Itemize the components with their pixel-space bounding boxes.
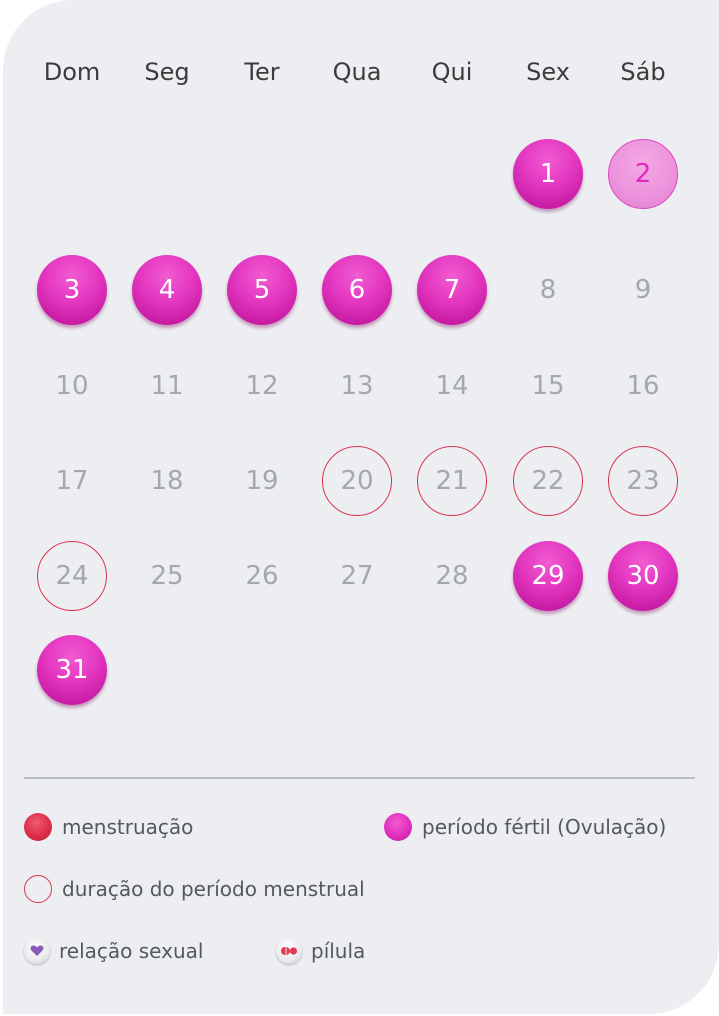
calendar-day-11[interactable]: 11 xyxy=(132,351,202,421)
calendar-day-31[interactable]: 31 xyxy=(37,635,107,705)
menstruation-dot-icon xyxy=(24,813,52,841)
calendar-day-21[interactable]: 21 xyxy=(417,446,487,516)
calendar-day-30[interactable]: 30 xyxy=(608,541,678,611)
calendar-day-19[interactable]: 19 xyxy=(227,446,297,516)
weekday-label: Qua xyxy=(332,58,382,86)
calendar-day-7[interactable]: 7 xyxy=(417,255,487,325)
calendar-day-13[interactable]: 13 xyxy=(322,351,392,421)
calendar-day-16[interactable]: 16 xyxy=(608,351,678,421)
calendar-day-2[interactable]: 2 xyxy=(608,139,678,209)
weekday-label: Ter xyxy=(244,58,280,86)
calendar-day-10[interactable]: 10 xyxy=(37,351,107,421)
legend-fertile-label: período fértil (Ovulação) xyxy=(422,815,667,839)
weekday-label: Sáb xyxy=(620,58,666,86)
weekday-label: Qui xyxy=(431,58,473,86)
calendar-day-27[interactable]: 27 xyxy=(322,541,392,611)
calendar-day-18[interactable]: 18 xyxy=(132,446,202,516)
calendar-day-5[interactable]: 5 xyxy=(227,255,297,325)
calendar-day-29[interactable]: 29 xyxy=(513,541,583,611)
calendar-day-12[interactable]: 12 xyxy=(227,351,297,421)
legend-pill-label: pílula xyxy=(311,939,366,963)
calendar-day-20[interactable]: 20 xyxy=(322,446,392,516)
legend-duration-label: duração do período menstrual xyxy=(62,877,365,901)
legend-menstruation: menstruação xyxy=(24,813,193,841)
legend-divider xyxy=(24,777,695,779)
legend-sex: relação sexual xyxy=(24,938,203,964)
calendar-day-28[interactable]: 28 xyxy=(417,541,487,611)
legend-menstruation-label: menstruação xyxy=(62,815,194,839)
calendar-day-23[interactable]: 23 xyxy=(608,446,678,516)
calendar-day-3[interactable]: 3 xyxy=(37,255,107,325)
weekday-label: Sex xyxy=(526,58,570,86)
calendar-day-22[interactable]: 22 xyxy=(513,446,583,516)
legend-duration: duração do período menstrual xyxy=(24,875,365,903)
calendar-day-24[interactable]: 24 xyxy=(37,541,107,611)
heart-icon xyxy=(24,938,50,964)
legend-fertile: período fértil (Ovulação) xyxy=(384,813,666,841)
calendar-day-26[interactable]: 26 xyxy=(227,541,297,611)
pill-icon xyxy=(276,938,302,964)
fertile-dot-icon xyxy=(384,813,412,841)
calendar-day-8[interactable]: 8 xyxy=(513,255,583,325)
calendar-day-1[interactable]: 1 xyxy=(513,139,583,209)
calendar-day-4[interactable]: 4 xyxy=(132,255,202,325)
weekday-label: Seg xyxy=(144,58,190,86)
calendar-day-9[interactable]: 9 xyxy=(608,255,678,325)
period-ring-icon xyxy=(24,875,52,903)
calendar-card: Dom Seg Ter Qua Qui Sex Sáb 1 2 3 4 5 6 7 8 9 10 11 12 13 1… xyxy=(3,0,719,1014)
calendar-day-15[interactable]: 15 xyxy=(513,351,583,421)
calendar-day-17[interactable]: 17 xyxy=(37,446,107,516)
calendar-day-25[interactable]: 25 xyxy=(132,541,202,611)
legend-pill: pílula xyxy=(276,938,365,964)
legend-sex-label: relação sexual xyxy=(59,939,204,963)
calendar-day-14[interactable]: 14 xyxy=(417,351,487,421)
calendar-day-6[interactable]: 6 xyxy=(322,255,392,325)
weekday-label: Dom xyxy=(43,58,101,86)
